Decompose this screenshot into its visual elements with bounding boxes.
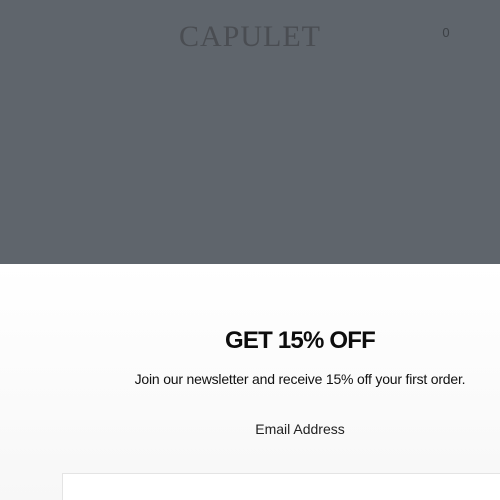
email-label: Email Address	[255, 421, 345, 437]
site-logo[interactable]: CAPULET	[0, 18, 500, 56]
cart-count[interactable]: 0	[438, 25, 454, 41]
backdrop-overlay[interactable]: CAPULET 0	[0, 0, 500, 264]
email-field[interactable]	[62, 473, 500, 500]
newsletter-modal: GET 15% OFF Join our newsletter and rece…	[0, 264, 500, 500]
page: CAPULET 0 GET 15% OFF Join our newslette…	[0, 0, 500, 500]
promo-subtitle: Join our newsletter and receive 15% off …	[134, 371, 466, 387]
promo-title: GET 15% OFF	[225, 327, 376, 354]
